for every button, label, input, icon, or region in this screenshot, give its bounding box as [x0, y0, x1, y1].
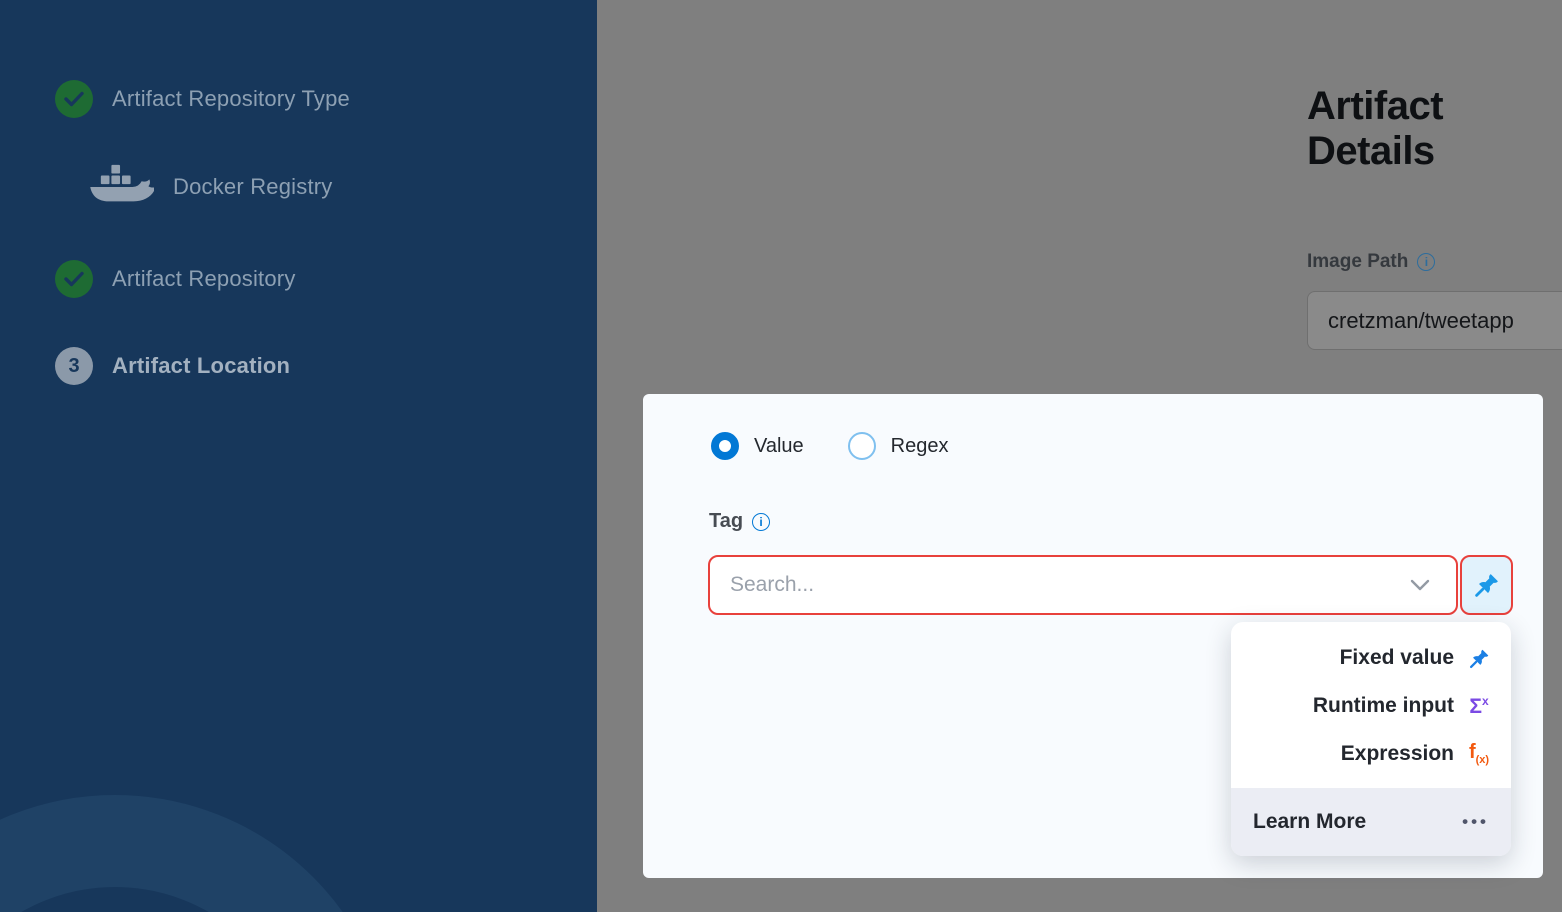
radio-value[interactable]: Value [711, 432, 804, 460]
tag-label: Tag [709, 510, 743, 533]
chevron-down-icon [1410, 579, 1430, 591]
value-type-dropdown: Fixed value Runtime input Σx E [1231, 622, 1511, 856]
decorative-arc [0, 795, 395, 912]
menu-item-runtime-input[interactable]: Runtime input Σx [1231, 682, 1511, 730]
tag-type-radio-row: Value Regex [711, 432, 948, 460]
learn-more-link[interactable]: Learn More [1253, 810, 1366, 834]
dropdown-items: Fixed value Runtime input Σx E [1231, 622, 1511, 788]
check-circle-icon [55, 260, 93, 298]
image-path-input[interactable] [1307, 291, 1562, 350]
wizard-sidebar: Artifact Repository Type Docker Registry [0, 0, 597, 912]
sidebar-subitem-docker-registry[interactable]: Docker Registry [88, 163, 332, 211]
pin-icon [1474, 572, 1500, 598]
step-label: Artifact Repository Type [112, 86, 350, 112]
menu-item-label: Expression [1341, 742, 1454, 766]
step-number-badge: 3 [55, 347, 93, 385]
docker-whale-icon [88, 163, 154, 211]
info-icon[interactable] [752, 513, 770, 531]
radio-regex[interactable]: Regex [848, 432, 949, 460]
dropdown-footer: Learn More ••• [1231, 788, 1511, 856]
image-path-label-row: Image Path [1307, 251, 1435, 273]
check-circle-icon [55, 80, 93, 118]
radio-label[interactable]: Regex [891, 435, 949, 458]
radio-unselected-icon[interactable] [848, 432, 876, 460]
image-path-label: Image Path [1307, 251, 1408, 273]
tag-label-row: Tag [709, 510, 770, 533]
info-icon[interactable] [1417, 253, 1435, 271]
page-title: Artifact Details [1307, 84, 1562, 174]
sidebar-step-artifact-repository[interactable]: Artifact Repository [55, 260, 296, 298]
menu-item-label: Runtime input [1313, 694, 1454, 718]
step-label: Artifact Location [112, 353, 290, 379]
menu-item-fixed-value[interactable]: Fixed value [1231, 634, 1511, 682]
menu-item-label: Fixed value [1340, 646, 1454, 670]
sidebar-step-artifact-location[interactable]: 3 Artifact Location [55, 347, 290, 385]
tag-search-select[interactable] [708, 555, 1458, 615]
radio-selected-icon[interactable] [711, 432, 739, 460]
sidebar-step-artifact-repository-type[interactable]: Artifact Repository Type [55, 80, 350, 118]
more-options-icon[interactable]: ••• [1462, 812, 1489, 832]
step-label: Artifact Repository [112, 266, 296, 292]
tag-pin-button[interactable] [1460, 555, 1513, 615]
pin-icon [1467, 648, 1491, 669]
artifact-wizard-window: Artifact Repository Type Docker Registry [0, 0, 1562, 912]
expression-fx-icon: f(x) [1467, 742, 1491, 766]
subitem-label: Docker Registry [173, 174, 332, 200]
tag-spotlight-panel: Value Regex Tag [643, 394, 1543, 878]
tag-search-input[interactable] [710, 573, 1410, 597]
radio-label[interactable]: Value [754, 435, 804, 458]
menu-item-expression[interactable]: Expression f(x) [1231, 730, 1511, 778]
runtime-sigma-icon: Σx [1467, 695, 1491, 717]
